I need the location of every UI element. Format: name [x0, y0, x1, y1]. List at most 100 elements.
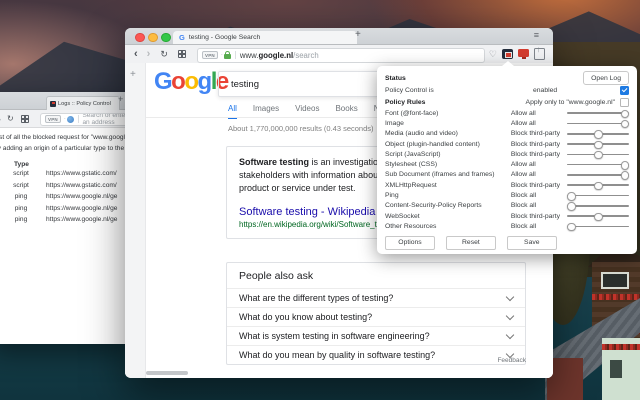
- new-tab-button[interactable]: +: [118, 94, 123, 104]
- google-favicon: G: [179, 33, 185, 42]
- popup-button-row: Options Reset Save: [377, 236, 637, 250]
- slider-thumb[interactable]: [621, 161, 630, 170]
- save-button[interactable]: Save: [507, 236, 557, 250]
- google-logo: Google: [154, 68, 228, 96]
- rule-value: Block third-party: [511, 141, 567, 148]
- options-button[interactable]: Options: [385, 236, 435, 250]
- slider-thumb[interactable]: [594, 182, 603, 191]
- rule-slider[interactable]: [567, 161, 629, 169]
- policy-control-extension-icon[interactable]: [502, 49, 513, 59]
- chalet-window: [601, 272, 629, 289]
- rule-slider[interactable]: [567, 202, 629, 210]
- tab-google-search[interactable]: G testing - Google Search: [173, 31, 357, 44]
- reload-icon[interactable]: ↻: [7, 114, 14, 123]
- zoom-window-button[interactable]: [161, 33, 171, 43]
- rule-row-xmlhttprequest: XMLHttpRequest Block third-party: [377, 180, 637, 190]
- slider-thumb[interactable]: [594, 130, 603, 139]
- rule-value: Allow all: [511, 120, 567, 127]
- rule-row-stylesheet: Stylesheet (CSS) Allow all: [377, 159, 637, 169]
- logs-description-line2: by adding an origin of a particular type…: [0, 145, 132, 152]
- mint-house: [602, 338, 640, 400]
- address-placeholder: Search or enter an address: [82, 113, 128, 126]
- sidebar-add-icon[interactable]: +: [130, 69, 136, 80]
- rule-slider[interactable]: [567, 171, 629, 179]
- reset-button[interactable]: Reset: [446, 236, 496, 250]
- logs-window: Logs :: Policy Control + › ↻ VPN · Searc…: [0, 92, 132, 344]
- reload-icon[interactable]: ↻: [160, 49, 168, 60]
- slider-thumb[interactable]: [567, 223, 576, 232]
- bookmark-heart-icon[interactable]: ♡: [489, 48, 497, 60]
- paa-question[interactable]: What is system testing in software engin…: [227, 326, 525, 345]
- log-type: script: [8, 182, 34, 189]
- forward-icon[interactable]: ›: [0, 114, 1, 124]
- rule-slider[interactable]: [567, 119, 629, 127]
- chevron-down-icon: [506, 311, 514, 319]
- address-bar[interactable]: VPN · Search or enter an address: [40, 113, 129, 126]
- open-log-button[interactable]: Open Log: [583, 71, 629, 85]
- new-tab-button[interactable]: +: [355, 29, 361, 40]
- feedback-link[interactable]: Feedback: [226, 357, 526, 364]
- tab-tiles-icon[interactable]: [178, 50, 186, 58]
- share-icon[interactable]: [534, 48, 545, 60]
- rule-value: Block third-party: [511, 151, 567, 158]
- rule-slider[interactable]: [567, 222, 629, 230]
- separator-dot: ·: [64, 116, 66, 122]
- slider-thumb[interactable]: [567, 202, 576, 211]
- people-also-ask-title: People also ask: [227, 263, 525, 288]
- slider-thumb[interactable]: [594, 213, 603, 222]
- address-bar[interactable]: VPN · www.google.nl/search: [197, 48, 485, 63]
- policy-rules-row: Policy Rules Apply only to "www.google.n…: [377, 96, 637, 108]
- vpn-badge[interactable]: VPN: [45, 115, 61, 123]
- tab-tiles-icon[interactable]: [21, 115, 29, 123]
- close-window-button[interactable]: [135, 33, 145, 43]
- rule-slider[interactable]: [567, 212, 629, 220]
- slider-thumb[interactable]: [621, 120, 630, 129]
- policy-control-popup: Status Open Log Policy Control is enable…: [377, 66, 637, 254]
- logs-description-line1: List of all the blocked request for "www…: [0, 134, 132, 141]
- logs-toolbar: › ↻ VPN · Search or enter an address: [0, 110, 132, 128]
- rule-slider[interactable]: [567, 140, 629, 148]
- slider-thumb[interactable]: [621, 110, 630, 119]
- slider-thumb[interactable]: [594, 141, 603, 150]
- globe-icon: [67, 116, 74, 123]
- sidebar-strip: +: [125, 63, 146, 378]
- minimize-window-button[interactable]: [148, 33, 158, 43]
- slider-thumb[interactable]: [594, 151, 603, 160]
- policy-control-extension-icon: [50, 101, 56, 107]
- rule-slider[interactable]: [567, 109, 629, 117]
- browser-toolbar: ‹ › ↻ VPN · www.google.nl/search ♡: [125, 45, 553, 64]
- rule-label: Sub Document (iframes and frames): [385, 171, 511, 178]
- rule-slider[interactable]: [567, 181, 629, 189]
- rule-row-subdocument: Sub Document (iframes and frames) Allow …: [377, 170, 637, 180]
- enabled-checkbox[interactable]: [620, 86, 629, 95]
- screen-extension-icon[interactable]: [518, 49, 529, 57]
- vpn-badge[interactable]: VPN: [202, 51, 218, 59]
- tab-logs-policy-control[interactable]: Logs :: Policy Control: [46, 96, 120, 110]
- apply-only-checkbox[interactable]: [620, 98, 629, 107]
- paa-question[interactable]: What do you know about testing?: [227, 307, 525, 326]
- rule-label: Font (@font-face): [385, 110, 511, 117]
- rule-value: Block third-party: [511, 213, 567, 220]
- slider-thumb[interactable]: [567, 192, 576, 201]
- question-text: What are the different types of testing?: [239, 293, 393, 303]
- forward-icon[interactable]: ›: [147, 48, 151, 60]
- rule-slider[interactable]: [567, 130, 629, 138]
- tab-title: Logs :: Policy Control: [58, 101, 111, 107]
- paa-question[interactable]: What are the different types of testing?: [227, 288, 525, 307]
- question-text: What do you know about testing?: [239, 312, 372, 322]
- type-column-header: Type: [14, 161, 29, 168]
- log-url: https://www.google.nl/ge: [46, 193, 117, 200]
- rule-row-image: Image Allow all: [377, 118, 637, 128]
- menu-icon[interactable]: ≡: [534, 30, 539, 40]
- rule-label: Media (audio and video): [385, 130, 511, 137]
- desktop: Logs :: Policy Control + › ↻ VPN · Searc…: [0, 0, 640, 400]
- rule-value: Block all: [511, 192, 567, 199]
- chevron-down-icon: [506, 292, 514, 300]
- rule-label: Other Resources: [385, 223, 511, 230]
- rule-slider[interactable]: [567, 150, 629, 158]
- horizontal-scrollbar-thumb[interactable]: [146, 371, 188, 375]
- back-icon[interactable]: ‹: [134, 48, 138, 60]
- rule-slider[interactable]: [567, 192, 629, 200]
- people-also-ask-card: People also ask What are the different t…: [226, 262, 526, 365]
- slider-thumb[interactable]: [621, 171, 630, 180]
